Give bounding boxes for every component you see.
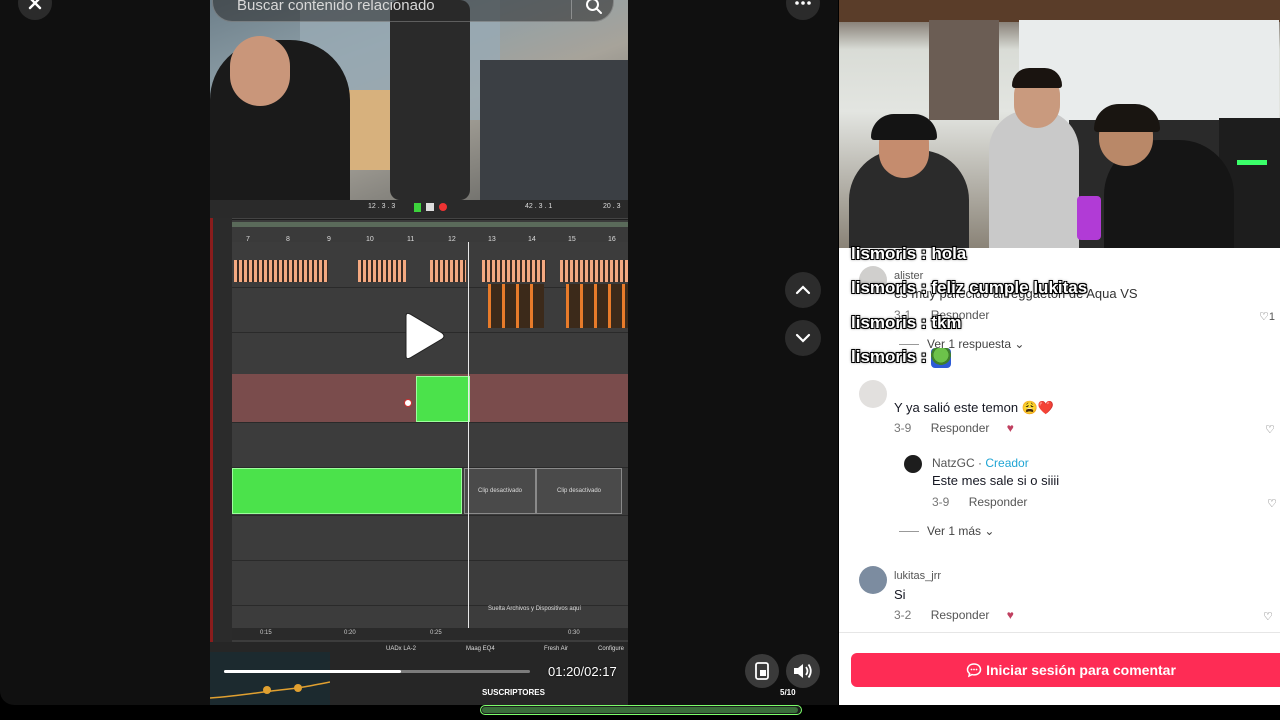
- stream-scrubber-fill: [482, 707, 798, 713]
- chevron-down-icon: [795, 333, 811, 343]
- reply-button[interactable]: Responder: [931, 421, 990, 435]
- record-indicator: [404, 399, 412, 407]
- midi-clip[interactable]: [560, 260, 628, 282]
- recorded-clip[interactable]: [232, 468, 462, 514]
- daw-arrangement: Clip desactivado Clip desactivado Suelta…: [232, 242, 628, 642]
- play-icon: [405, 312, 445, 360]
- transport-end: 20 . 3: [603, 203, 621, 210]
- heart-icon: ♡: [1259, 311, 1269, 323]
- comment-date: 3-9: [932, 495, 950, 509]
- midi-clip[interactable]: [234, 260, 328, 282]
- volume-icon: [794, 663, 812, 679]
- live-chat-message: lismoris : hola: [851, 244, 967, 263]
- time-current: 01:20: [548, 664, 581, 679]
- deactivated-clip[interactable]: Clip desactivado: [464, 468, 536, 514]
- avatar[interactable]: [859, 566, 887, 594]
- heart-icon: ♡: [1263, 611, 1273, 623]
- chevron-down-icon: ⌄: [984, 524, 995, 538]
- comments-panel: alister es muy parecido al reggaeton de …: [839, 0, 1280, 705]
- comment-date: 3-9: [894, 421, 912, 435]
- transport-position: 12 . 3 . 3: [368, 203, 396, 210]
- comment-footer: Iniciar sesión para comentar: [839, 632, 1280, 705]
- recorded-clip[interactable]: [416, 376, 470, 422]
- pepe-emote-icon: [931, 347, 952, 368]
- chevron-up-icon: [795, 285, 811, 295]
- daw-transport-bar: 12 . 3 . 3 42 . 3 . 1 20 . 3: [210, 200, 628, 219]
- reply-text: Este mes sale si o siiii: [932, 473, 1060, 488]
- daw-track-header: [210, 218, 232, 642]
- comment-date: 3-2: [894, 608, 912, 622]
- comment-username[interactable]: lukitas_jrr: [894, 570, 941, 582]
- overlay-label: SUSCRIPTORES: [482, 688, 545, 697]
- heart-icon: ♡: [1265, 424, 1275, 436]
- chevron-down-icon: ⌄: [1014, 337, 1025, 351]
- video-player[interactable]: Buscar contenido relacionado 12 . 3 . 3 …: [210, 0, 628, 705]
- reply-username[interactable]: NatzGC · Creador: [932, 456, 1029, 470]
- time-total: 02:17: [584, 664, 617, 679]
- comment-meta: 3-9 Responder ♥: [894, 421, 1014, 435]
- heart-icon: ♡: [1267, 498, 1277, 510]
- plugin-name: Maag EQ4: [466, 646, 495, 652]
- audio-clip[interactable]: [488, 284, 544, 328]
- volume-button[interactable]: [786, 654, 820, 688]
- creator-liked-icon: ♥: [1006, 421, 1014, 435]
- comment-text: Si: [894, 587, 906, 602]
- page-counter: 5/10: [780, 688, 796, 697]
- plugin-configure: Configure: [598, 646, 625, 652]
- previous-video-button[interactable]: [785, 272, 821, 308]
- daw-time-ruler: 0:15 0:20 0:25 0:30: [232, 628, 628, 640]
- comment-meta: 3-2 Responder ♥: [894, 608, 1014, 622]
- more-icon: [795, 1, 811, 5]
- reply-button[interactable]: Responder: [931, 608, 990, 622]
- picture-in-picture-button[interactable]: [745, 654, 779, 688]
- creator-liked-icon: ♥: [1006, 608, 1014, 622]
- playhead: [468, 242, 469, 632]
- midi-clip[interactable]: [358, 260, 406, 282]
- play-button[interactable]: [400, 310, 448, 362]
- comment-text: Y ya salió este temon 😩❤️: [894, 400, 1055, 415]
- reply-meta: 3-9 Responder: [932, 495, 1027, 509]
- login-to-comment-button[interactable]: Iniciar sesión para comentar: [851, 653, 1280, 687]
- view-more-replies-button[interactable]: Ver 1 más ⌄: [899, 524, 994, 538]
- webcam-frame: [210, 0, 628, 200]
- comment-icon: [966, 663, 982, 678]
- time-readout: 01:20/02:17: [548, 664, 617, 679]
- deactivated-clip[interactable]: Clip desactivado: [536, 468, 622, 514]
- search-icon[interactable]: [585, 0, 603, 15]
- avatar[interactable]: [859, 380, 887, 408]
- like-button[interactable]: ♡1: [1259, 310, 1275, 323]
- daw-ruler: 7 8 9 10 11 12 13 14 15 16: [232, 220, 628, 243]
- like-button[interactable]: ♡: [1267, 497, 1277, 510]
- drop-zone-label: Suelta Archivos y Dispositivos aquí: [488, 606, 582, 612]
- eq-graph: [210, 652, 331, 705]
- related-search-input[interactable]: Buscar contenido relacionado: [212, 0, 614, 22]
- audio-clip[interactable]: [566, 284, 628, 328]
- live-chat-message: lismoris : feliz cumple lukitas: [851, 278, 1088, 297]
- close-icon: [28, 0, 42, 10]
- plugin-name: UADx LA-2: [386, 646, 417, 652]
- midi-clip[interactable]: [430, 260, 466, 282]
- avatar[interactable]: [904, 455, 922, 473]
- live-chat-message: lismoris :: [851, 347, 952, 368]
- creator-badge: Creador: [985, 456, 1029, 470]
- search-placeholder: Buscar contenido relacionado: [237, 0, 435, 14]
- transport-loop: 42 . 3 . 1: [525, 203, 553, 210]
- like-button[interactable]: ♡: [1265, 423, 1275, 436]
- video-progress-fill: [224, 670, 402, 673]
- like-count: 1: [1268, 311, 1275, 323]
- next-video-button[interactable]: [785, 320, 821, 356]
- reply-button[interactable]: Responder: [969, 495, 1028, 509]
- plugin-name: Fresh Air: [544, 646, 569, 652]
- live-stream-frame: [839, 0, 1280, 248]
- like-button[interactable]: ♡: [1263, 610, 1273, 623]
- midi-clip[interactable]: [482, 260, 546, 282]
- pip-icon: [755, 662, 769, 680]
- live-chat-message: lismoris : tkm: [851, 313, 962, 332]
